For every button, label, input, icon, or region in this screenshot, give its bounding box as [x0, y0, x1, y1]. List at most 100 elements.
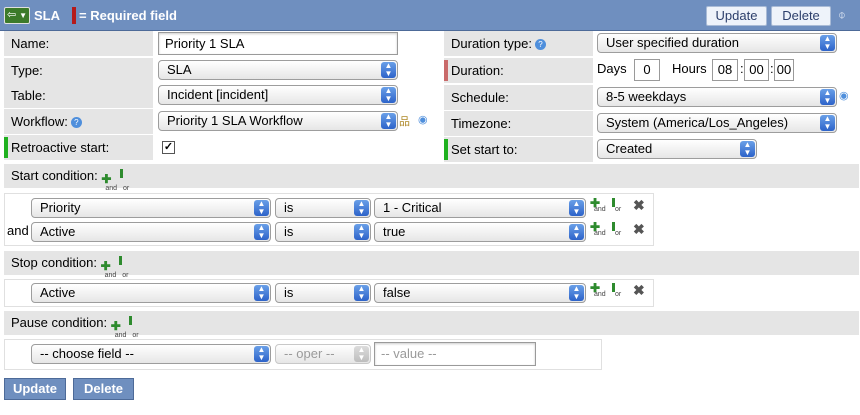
select-arrows-icon: ▲ ▼ — [381, 62, 396, 78]
delete-button[interactable]: Delete — [73, 378, 134, 400]
add-or-condition-icon[interactable]: or — [128, 316, 142, 339]
help-icon[interactable]: ? — [534, 39, 546, 51]
retroactive-start-label: Retroactive start: — [11, 140, 110, 155]
delete-condition-icon[interactable]: ✖ — [633, 282, 645, 299]
condition-value-select[interactable]: false ▲ ▼ — [374, 283, 586, 303]
select-arrows-icon: ▲ ▼ — [569, 200, 584, 216]
preview-record-icon[interactable]: ◉ — [839, 89, 849, 102]
required-field-legend: = Required field — [79, 8, 177, 23]
workflow-select[interactable]: Priority 1 SLA Workflow ▲ ▼ — [158, 111, 398, 131]
help-icon[interactable]: ? — [70, 117, 82, 129]
type-label: Type: — [4, 58, 153, 83]
select-arrows-icon: ▲ ▼ — [820, 89, 835, 105]
minutes-field[interactable]: 00 — [744, 59, 769, 81]
delete-condition-icon[interactable]: ✖ — [633, 197, 645, 214]
header-update-button[interactable]: Update — [706, 6, 767, 26]
select-arrows-icon: ▲ ▼ — [354, 285, 369, 301]
condition-conjunction: and — [7, 223, 29, 238]
start-condition-header: Start condition: ✚ and or — [4, 164, 859, 192]
title-bar: ⇦ ▼ SLA = Required field Update Delete ⌽ — [0, 0, 860, 31]
condition-value: 1 - Critical — [383, 200, 442, 215]
condition-value: false — [383, 285, 411, 300]
condition-field-value: Active — [40, 224, 76, 239]
duration-label-cell: Duration: — [444, 58, 593, 83]
select-arrows-icon: ▲ ▼ — [354, 200, 369, 216]
pause-condition-header: Pause condition: ✚ and or — [4, 311, 859, 339]
duration-type-label: Duration type: — [451, 36, 532, 51]
name-label: Name: — [4, 31, 153, 56]
select-arrows-icon: ▲ ▼ — [254, 346, 269, 362]
condition-operator-select[interactable]: is ▲ ▼ — [275, 283, 371, 303]
duration-type-select-value: User specified duration — [606, 35, 739, 50]
condition-field-select[interactable]: Active ▲ ▼ — [31, 222, 271, 242]
table-select[interactable]: Incident [incident] ▲ ▼ — [158, 85, 398, 105]
select-arrows-icon: ▲ ▼ — [820, 115, 835, 131]
name-field[interactable]: Priority 1 SLA — [158, 32, 398, 55]
select-arrows-icon: ▲ ▼ — [381, 87, 396, 103]
preview-record-icon[interactable]: ◉ — [418, 113, 428, 126]
page-title: SLA — [34, 8, 60, 23]
back-button[interactable]: ⇦ ▼ — [4, 7, 30, 24]
select-arrows-icon: ▲ ▼ — [381, 113, 396, 129]
seconds-field[interactable]: 00 — [774, 59, 794, 81]
add-and-condition-icon[interactable]: ✚ and — [590, 281, 606, 298]
select-arrows-icon: ▲ ▼ — [740, 141, 755, 157]
set-start-to-select[interactable]: Created ▲ ▼ — [597, 139, 757, 159]
add-or-condition-icon[interactable]: or — [611, 222, 625, 237]
select-arrows-icon: ▲ ▼ — [569, 285, 584, 301]
add-and-condition-icon[interactable]: ✚ and — [101, 169, 117, 192]
mandatory-marker — [444, 139, 448, 160]
back-arrow-icon: ⇦ — [7, 9, 17, 21]
timezone-select[interactable]: System (America/Los_Angeles) ▲ ▼ — [597, 113, 837, 133]
chevron-down-icon: ▼ — [19, 11, 27, 20]
add-or-condition-icon[interactable]: or — [118, 256, 132, 279]
condition-field-value: Active — [40, 285, 76, 300]
required-marker — [444, 60, 448, 81]
schedule-select[interactable]: 8-5 weekdays ▲ ▼ — [597, 87, 837, 107]
update-button[interactable]: Update — [4, 378, 66, 400]
select-arrows-icon: ▲ ▼ — [254, 285, 269, 301]
timezone-label: Timezone: — [444, 111, 593, 136]
add-or-condition-icon[interactable]: or — [611, 283, 625, 298]
condition-value-select[interactable]: 1 - Critical ▲ ▼ — [374, 198, 586, 218]
condition-field-select[interactable]: -- choose field -- ▲ ▼ — [31, 344, 271, 364]
schedule-select-value: 8-5 weekdays — [606, 89, 687, 104]
add-and-condition-icon[interactable]: ✚ and — [590, 220, 606, 237]
add-and-condition-icon[interactable]: ✚ and — [101, 256, 117, 279]
workflow-select-value: Priority 1 SLA Workflow — [167, 113, 303, 128]
retroactive-start-checkbox[interactable]: ✓ — [162, 141, 175, 154]
workflow-label-cell: Workflow:? — [4, 109, 153, 134]
header-delete-button[interactable]: Delete — [771, 6, 831, 26]
condition-operator-select[interactable]: is ▲ ▼ — [275, 222, 371, 242]
add-and-condition-icon[interactable]: ✚ and — [590, 196, 606, 213]
condition-operator-value: is — [284, 285, 294, 300]
pause-condition-label: Pause condition: — [11, 315, 108, 330]
table-select-value: Incident [incident] — [167, 87, 269, 102]
attachment-icon[interactable]: ⌽ — [838, 7, 846, 23]
workflow-label: Workflow: — [11, 114, 68, 129]
condition-operator-select[interactable]: is ▲ ▼ — [275, 198, 371, 218]
days-label: Days — [597, 61, 627, 76]
add-or-condition-icon[interactable]: or — [119, 169, 133, 192]
add-and-condition-icon[interactable]: ✚ and — [111, 316, 127, 339]
condition-field-select[interactable]: Active ▲ ▼ — [31, 283, 271, 303]
type-select[interactable]: SLA ▲ ▼ — [158, 60, 398, 80]
condition-field-select[interactable]: Priority ▲ ▼ — [31, 198, 271, 218]
duration-type-select[interactable]: User specified duration ▲ ▼ — [597, 33, 837, 53]
set-start-to-label: Set start to: — [451, 142, 518, 157]
select-arrows-icon: ▲ ▼ — [354, 346, 369, 362]
condition-field-value: Priority — [40, 200, 81, 215]
start-condition-label: Start condition: — [11, 168, 98, 183]
add-or-condition-icon[interactable]: or — [611, 198, 625, 213]
condition-value-field[interactable]: -- value -- — [374, 342, 536, 366]
condition-operator-value: is — [284, 200, 294, 215]
workflow-diagram-icon[interactable]: 品 — [399, 113, 410, 129]
duration-label: Duration: — [451, 63, 504, 78]
delete-condition-icon[interactable]: ✖ — [633, 221, 645, 238]
hours-field[interactable]: 08 — [712, 59, 738, 81]
select-arrows-icon: ▲ ▼ — [354, 224, 369, 240]
condition-value-select[interactable]: true ▲ ▼ — [374, 222, 586, 242]
days-field[interactable]: 0 — [634, 59, 660, 81]
condition-value: true — [383, 224, 406, 239]
select-arrows-icon: ▲ ▼ — [569, 224, 584, 240]
